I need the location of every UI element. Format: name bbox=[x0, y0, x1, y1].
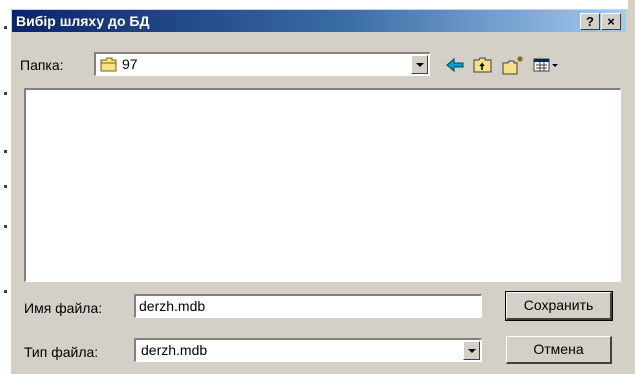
view-menu-icon[interactable] bbox=[532, 54, 562, 76]
file-list[interactable] bbox=[24, 88, 621, 282]
filetype-value: derzh.mdb bbox=[141, 342, 208, 358]
close-button[interactable]: × bbox=[601, 13, 621, 30]
cancel-button[interactable]: Отмена bbox=[506, 336, 612, 364]
lookin-value: 97 bbox=[122, 56, 138, 72]
filetype-label: Тип файла: bbox=[24, 344, 99, 360]
title-bar[interactable]: Вибір шляху до БД ? × bbox=[12, 10, 626, 32]
dialog-title: Вибір шляху до БД bbox=[16, 13, 150, 29]
filetype-select[interactable]: derzh.mdb bbox=[134, 338, 482, 362]
save-dialog: Вибір шляху до БД ? × Папка: 97 Имя файл… bbox=[10, 8, 628, 374]
lookin-label: Папка: bbox=[20, 57, 64, 73]
folder-icon bbox=[100, 57, 118, 77]
filetype-dropdown-arrow[interactable] bbox=[463, 341, 480, 360]
up-one-level-icon[interactable] bbox=[472, 54, 494, 76]
filename-label: Имя файла: bbox=[24, 300, 103, 316]
help-button[interactable]: ? bbox=[580, 13, 600, 30]
background-window-edge-right bbox=[628, 0, 635, 374]
filename-input[interactable] bbox=[139, 298, 439, 314]
lookin-combo[interactable]: 97 bbox=[94, 52, 430, 76]
filename-field[interactable] bbox=[134, 294, 482, 318]
save-button[interactable]: Сохранить bbox=[505, 291, 613, 321]
new-folder-icon[interactable] bbox=[502, 54, 524, 76]
back-arrow-icon[interactable] bbox=[444, 54, 466, 76]
lookin-dropdown-arrow[interactable] bbox=[411, 55, 428, 74]
